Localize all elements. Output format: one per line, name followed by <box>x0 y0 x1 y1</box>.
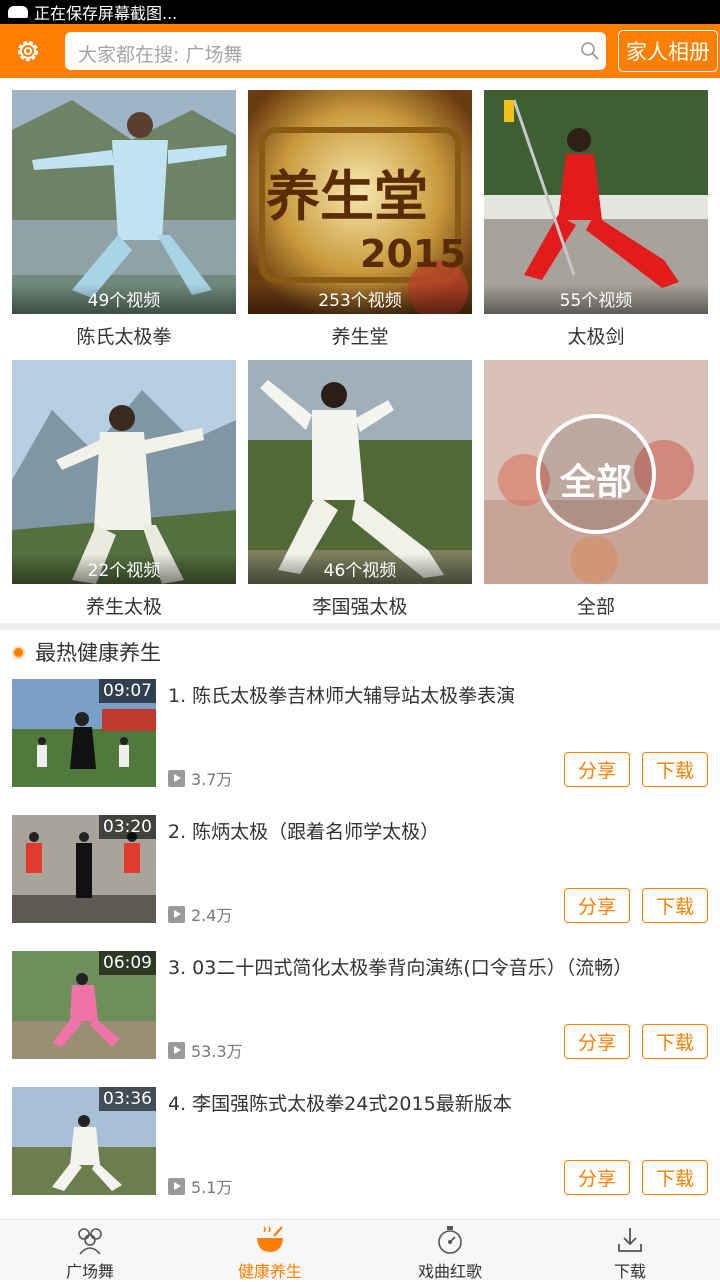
group-icon <box>74 1224 106 1256</box>
list-item[interactable]: 03:20 2. 陈炳太极（跟着名师学太极） 2.4万 分享 下载 <box>0 815 720 951</box>
list-item[interactable]: 03:36 4. 李国强陈式太极拳24式2015最新版本 5.1万 分享 下载 <box>0 1087 720 1223</box>
category-name: 养生太极 <box>85 596 162 618</box>
download-icon <box>614 1224 646 1256</box>
list-item[interactable]: 06:09 3. 03二十四式简化太极拳背向演练(口令音乐）（流畅） 53.3万… <box>0 951 720 1087</box>
play-icon <box>168 905 185 923</box>
play-count-value: 3.7万 <box>191 770 233 789</box>
download-button[interactable]: 下载 <box>642 888 708 923</box>
nav-label: 广场舞 <box>65 1262 114 1281</box>
bullet-icon <box>12 645 25 659</box>
status-bar: 正在保存屏幕截图... <box>0 0 720 24</box>
category-thumbnail: 46个视频 <box>248 360 472 584</box>
category-tile[interactable]: 49个视频 陈氏太极拳 <box>12 90 236 349</box>
video-duration: 09:07 <box>99 679 156 703</box>
category-grid: 49个视频 陈氏太极拳 养生堂 2015 253个视频 养生堂 55个视频 太极… <box>0 78 720 623</box>
nav-item-health[interactable]: 健康养生 <box>180 1220 360 1281</box>
share-button[interactable]: 分享 <box>564 1160 630 1195</box>
play-icon <box>168 769 185 787</box>
category-name: 陈氏太极拳 <box>76 326 172 348</box>
section-header: 最热健康养生 <box>12 636 161 668</box>
nav-item-opera[interactable]: 戏曲红歌 <box>360 1220 540 1281</box>
cloud-icon <box>8 6 28 18</box>
download-button[interactable]: 下载 <box>642 752 708 787</box>
nav-label: 戏曲红歌 <box>417 1262 482 1281</box>
category-thumbnail: 55个视频 <box>484 90 708 314</box>
category-name: 全部 <box>576 596 615 618</box>
bottom-nav: 广场舞 健康养生 戏曲红歌 下载 <box>0 1219 720 1281</box>
video-thumbnail[interactable]: 06:09 <box>12 951 156 1059</box>
play-count-value: 5.1万 <box>191 1178 233 1197</box>
category-tile[interactable]: 养生堂 2015 253个视频 养生堂 <box>248 90 472 349</box>
video-duration: 03:20 <box>99 815 156 839</box>
category-name: 养生堂 <box>331 326 389 348</box>
category-tile[interactable]: 22个视频 养生太极 <box>12 360 236 619</box>
section-divider <box>0 623 720 630</box>
search-icon[interactable] <box>580 41 600 61</box>
video-thumbnail[interactable]: 09:07 <box>12 679 156 787</box>
video-title[interactable]: 3. 03二十四式简化太极拳背向演练(口令音乐）（流畅） <box>168 953 708 980</box>
category-tile[interactable]: 全部 全部 <box>484 360 708 619</box>
family-album-button[interactable]: 家人相册 <box>618 30 718 72</box>
share-button[interactable]: 分享 <box>564 1024 630 1059</box>
download-button[interactable]: 下载 <box>642 1024 708 1059</box>
video-count: 55个视频 <box>484 284 708 314</box>
video-duration: 06:09 <box>99 951 156 975</box>
video-count: 46个视频 <box>248 554 472 584</box>
category-thumbnail: 49个视频 <box>12 90 236 314</box>
yangshengtang-year: 2015 <box>360 232 466 276</box>
category-tile[interactable]: 46个视频 李国强太极 <box>248 360 472 619</box>
video-count: 49个视频 <box>12 284 236 314</box>
category-name: 太极剑 <box>567 326 625 348</box>
video-thumbnail[interactable]: 03:36 <box>12 1087 156 1195</box>
nav-item-download[interactable]: 下载 <box>540 1220 720 1281</box>
search-input[interactable]: 大家都在搜: 广场舞 <box>65 32 606 70</box>
search-placeholder: 大家都在搜: 广场舞 <box>78 44 243 66</box>
play-icon <box>168 1041 185 1059</box>
yangshengtang-logo: 养生堂 <box>266 164 428 228</box>
play-count: 2.4万 <box>168 902 232 926</box>
video-title[interactable]: 4. 李国强陈式太极拳24式2015最新版本 <box>168 1089 708 1116</box>
video-thumbnail[interactable]: 03:20 <box>12 815 156 923</box>
share-button[interactable]: 分享 <box>564 752 630 787</box>
bowl-icon <box>254 1224 286 1256</box>
gear-icon[interactable] <box>14 37 42 65</box>
nav-label: 下载 <box>613 1262 646 1281</box>
category-name: 李国强太极 <box>312 596 408 618</box>
share-button[interactable]: 分享 <box>564 888 630 923</box>
play-count-value: 53.3万 <box>191 1042 243 1061</box>
category-thumbnail: 养生堂 2015 253个视频 <box>248 90 472 314</box>
play-count: 53.3万 <box>168 1038 243 1062</box>
nav-label: 健康养生 <box>237 1262 302 1281</box>
play-count-value: 2.4万 <box>191 906 233 925</box>
stopwatch-icon <box>434 1224 466 1256</box>
play-count: 5.1万 <box>168 1174 232 1198</box>
list-item[interactable]: 09:07 1. 陈氏太极拳吉林师大辅导站太极拳表演 3.7万 分享 下载 <box>0 679 720 815</box>
video-title[interactable]: 2. 陈炳太极（跟着名师学太极） <box>168 817 708 844</box>
category-thumbnail: 全部 <box>484 360 708 584</box>
video-title[interactable]: 1. 陈氏太极拳吉林师大辅导站太极拳表演 <box>168 681 708 708</box>
nav-item-square-dance[interactable]: 广场舞 <box>0 1220 180 1281</box>
all-label-overlay: 全部 <box>559 462 632 503</box>
video-duration: 03:36 <box>99 1087 156 1111</box>
section-title: 最热健康养生 <box>35 641 161 665</box>
play-count: 3.7万 <box>168 766 232 790</box>
play-icon <box>168 1177 185 1195</box>
video-count: 22个视频 <box>12 554 236 584</box>
category-tile[interactable]: 55个视频 太极剑 <box>484 90 708 349</box>
category-thumbnail: 22个视频 <box>12 360 236 584</box>
status-text: 正在保存屏幕截图... <box>34 4 178 23</box>
video-count: 253个视频 <box>248 284 472 314</box>
top-bar: 大家都在搜: 广场舞 家人相册 <box>0 24 720 78</box>
download-button[interactable]: 下载 <box>642 1160 708 1195</box>
